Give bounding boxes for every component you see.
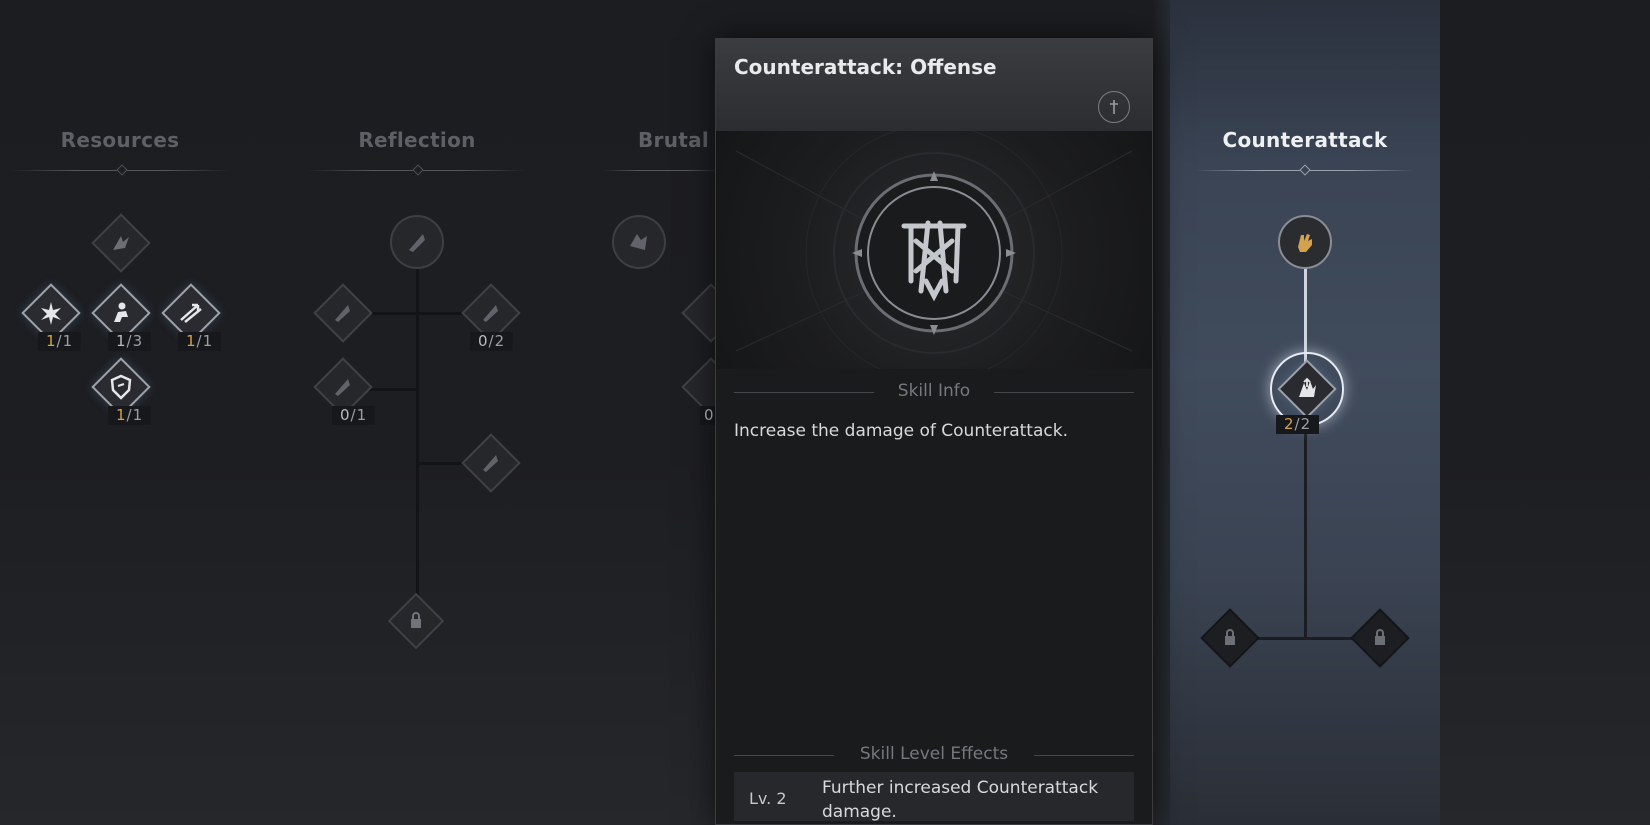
claw-skill-icon: [113, 236, 129, 250]
skill-description: Increase the damage of Counterattack.: [734, 421, 1068, 441]
effect-level: Lv. 2: [749, 789, 787, 808]
lock-icon: [1225, 629, 1235, 645]
slash-skill-icon: [483, 305, 498, 322]
divider-ornament: [412, 164, 424, 176]
fist-skill-icon: [1298, 234, 1312, 252]
slash-skill-icon: [335, 305, 350, 322]
skill-artwork: [716, 131, 1152, 369]
panel-title: Counterattack: Offense: [734, 55, 997, 79]
pin-icon[interactable]: [1098, 91, 1130, 123]
arrows-skill-icon: [180, 303, 202, 323]
crouch-skill-icon: [114, 302, 128, 322]
skill-count: 0/1: [332, 406, 376, 425]
shield-skill-icon: [110, 374, 132, 400]
slash-skill-icon: [483, 455, 498, 472]
skill-emblem-icon: [735, 131, 1133, 369]
panel-header: Counterattack: Offense: [716, 39, 1152, 131]
skill-detail-panel: Counterattack: Offense Skill Info Increa…: [715, 38, 1153, 825]
skill-count: 1/1: [108, 406, 152, 425]
effect-text: Further increased Counterattack damage.: [822, 778, 1099, 822]
skill-node-reflection-a[interactable]: [313, 283, 373, 343]
skill-level-effects-label: Skill Level Effects: [859, 744, 1009, 764]
slash-skill-icon: [335, 379, 350, 396]
section-divider: [994, 392, 1134, 393]
skill-node-reflection-d[interactable]: [461, 433, 521, 493]
skill-count: 1/3: [108, 332, 152, 351]
lock-icon: [411, 612, 421, 628]
tree-connector: [356, 312, 476, 315]
counterattack-offense-icon: [1299, 377, 1316, 397]
skill-count: 1/1: [178, 332, 222, 351]
section-divider: [1034, 755, 1134, 756]
column-title-counterattack[interactable]: Counterattack: [1185, 128, 1425, 152]
skill-node-reflection-locked[interactable]: [387, 592, 445, 650]
skill-node-claw[interactable]: [91, 213, 151, 273]
column-title-reflection[interactable]: Reflection: [297, 128, 537, 152]
skill-node-brutal-root[interactable]: [612, 215, 666, 269]
skill-node-reflection-root[interactable]: [390, 215, 444, 269]
skill-count: 0/2: [470, 332, 514, 351]
skill-count: 2/2: [1276, 415, 1320, 434]
column-title-resources[interactable]: Resources: [0, 128, 240, 152]
burst-skill-icon: [41, 302, 61, 325]
skill-info-label: Skill Info: [897, 381, 971, 401]
slash-skill-icon: [409, 234, 425, 252]
lock-icon: [1375, 629, 1385, 645]
column-title-brutal[interactable]: Brutal: [580, 128, 720, 152]
divider-ornament: [116, 164, 128, 176]
column-divider: [602, 170, 722, 171]
skill-count: 1/1: [38, 332, 82, 351]
level-effect-row: Lv. 2 Further increased Counterattack da…: [734, 772, 1134, 822]
skill-node-counterattack-root[interactable]: [1278, 215, 1332, 269]
beast-skill-icon: [630, 234, 647, 250]
tree-connector: [416, 268, 419, 598]
